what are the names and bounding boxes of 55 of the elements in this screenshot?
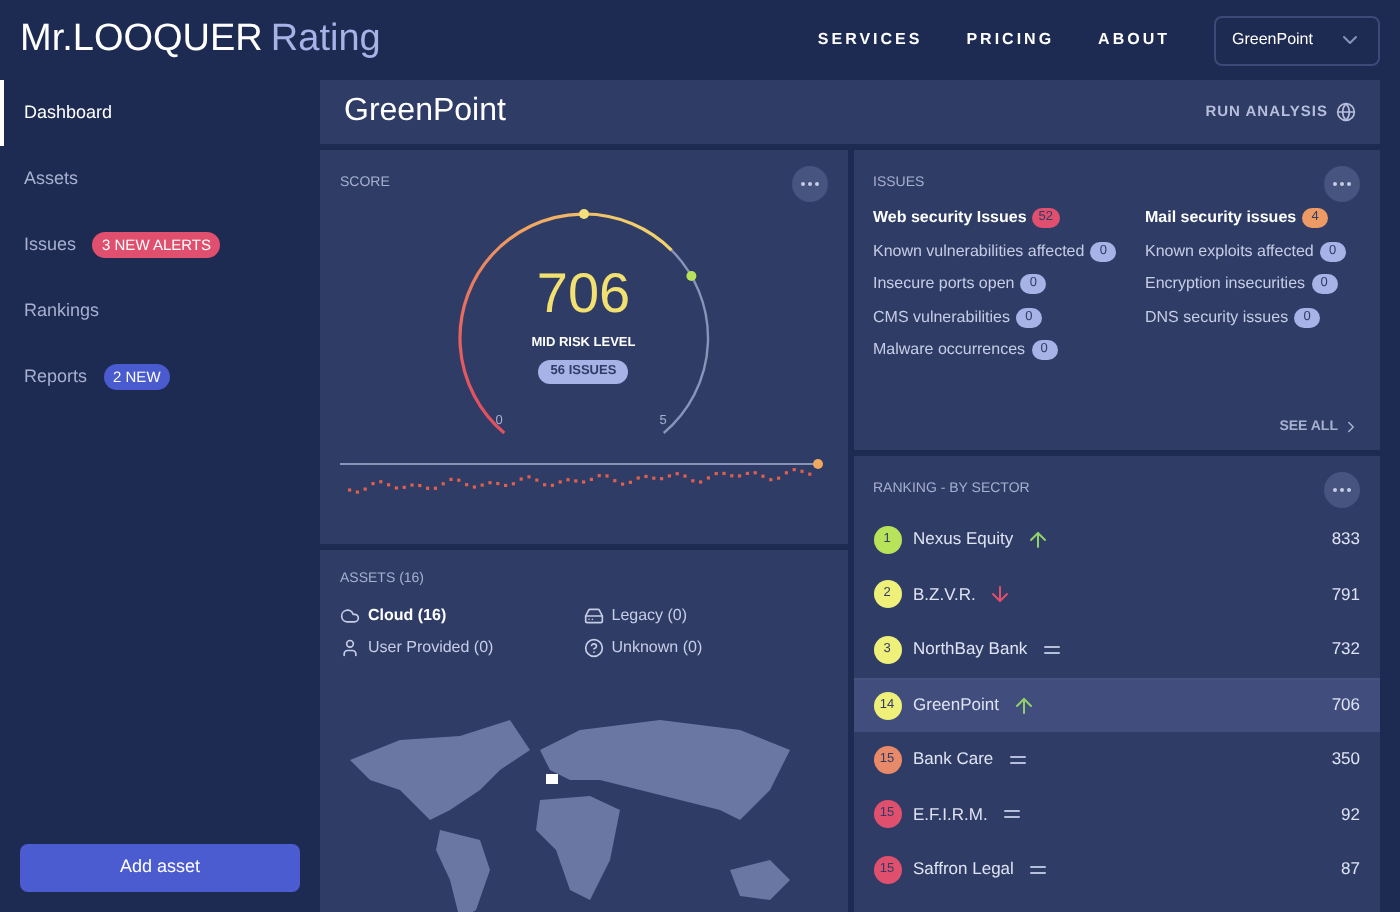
chevron-right-icon (1342, 418, 1360, 437)
company-name: Saffron Legal (913, 856, 1014, 883)
issue-label: Malware occurrences (873, 338, 1026, 363)
drive-icon (583, 605, 604, 625)
question-icon (583, 637, 604, 657)
up-arrow-icon (1011, 693, 1035, 718)
cloud-icon (340, 605, 360, 625)
add-asset-button[interactable]: Add asset (20, 844, 300, 892)
issue-label: Mail security issues (1145, 206, 1297, 231)
company-name: Nexus Equity (913, 526, 1014, 553)
user-icon (340, 637, 360, 657)
company-score: 833 (1331, 526, 1360, 553)
company-score: 350 (1331, 746, 1360, 773)
issue-label: Encryption insecurities (1145, 272, 1306, 297)
company-score: 92 (1341, 801, 1360, 828)
nav-link[interactable]: ABOUT (1098, 28, 1170, 52)
sidebar-label: Issues (24, 231, 77, 258)
issue-label: Insecure ports open (873, 272, 1015, 297)
company-name: NorthBay Bank (913, 636, 1028, 663)
company-name: B.Z.V.R. (913, 581, 976, 608)
score-value: 706 (536, 266, 631, 322)
company-score: 87 (1341, 856, 1360, 883)
nav-link[interactable]: PRICING (966, 28, 1055, 52)
company-score: 732 (1331, 636, 1360, 663)
globe-icon (1336, 102, 1356, 122)
down-arrow-icon (987, 582, 1012, 607)
sidebar-item[interactable]: Rankings (0, 278, 320, 344)
company-score: 791 (1331, 581, 1360, 608)
company-name: E.F.I.R.M. (913, 801, 988, 828)
nav-link[interactable]: SERVICES (817, 28, 923, 52)
page-title: GreenPoint (344, 92, 506, 132)
more-options-button[interactable] (791, 166, 827, 202)
issue-label: Web security Issues (873, 206, 1027, 231)
sidebar-item[interactable]: Assets (0, 146, 320, 212)
more-options-button[interactable] (1324, 166, 1360, 202)
asset-category: Legacy (0) (611, 603, 688, 627)
asset-category: Unknown (0) (611, 635, 703, 659)
company-score: 706 (1331, 692, 1360, 719)
asset-category: User Provided (0) (368, 635, 494, 659)
sidebar-label: Assets (24, 165, 79, 192)
logo-suffix: Rating (270, 15, 381, 64)
company-name: GreenPoint (913, 692, 999, 719)
company-select[interactable]: GreenPoint (1214, 15, 1380, 65)
issue-label: DNS security issues (1145, 305, 1289, 330)
issue-label: Known exploits affected (1145, 239, 1314, 264)
company-name: Bank Care (913, 746, 994, 773)
sidebar-label: Rankings (24, 297, 100, 324)
issue-label: Known vulnerabilities affected (873, 239, 1085, 264)
more-options-button[interactable] (1324, 472, 1360, 508)
sidebar-label: Reports (24, 363, 88, 390)
issue-label: CMS vulnerabilities (873, 305, 1010, 330)
sidebar-label: Dashboard (24, 99, 113, 126)
up-arrow-icon (1025, 527, 1050, 552)
logo-name: Mr.LOOQUER (20, 15, 263, 64)
asset-category: Cloud (16) (368, 603, 447, 627)
